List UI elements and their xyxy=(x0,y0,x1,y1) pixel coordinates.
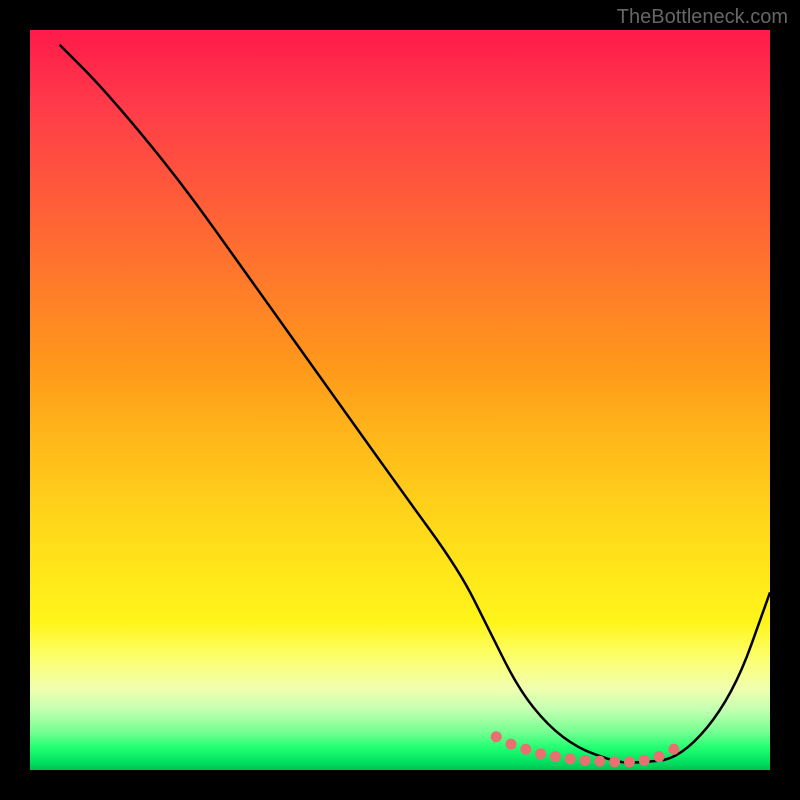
marker-dot xyxy=(654,751,665,762)
marker-dot xyxy=(506,739,517,750)
bottleneck-curve xyxy=(60,45,770,763)
marker-dot xyxy=(639,755,650,766)
marker-dot xyxy=(609,756,620,767)
marker-dot xyxy=(580,755,591,766)
marker-dot xyxy=(624,756,635,767)
marker-dot xyxy=(535,748,546,759)
marker-dot xyxy=(550,751,561,762)
chart-svg xyxy=(30,30,770,770)
chart-plot-area xyxy=(30,30,770,770)
marker-dot xyxy=(668,744,679,755)
marker-dot xyxy=(491,731,502,742)
marker-dot xyxy=(565,753,576,764)
marker-dot xyxy=(520,744,531,755)
marker-dot xyxy=(594,756,605,767)
watermark-text: TheBottleneck.com xyxy=(617,6,788,29)
